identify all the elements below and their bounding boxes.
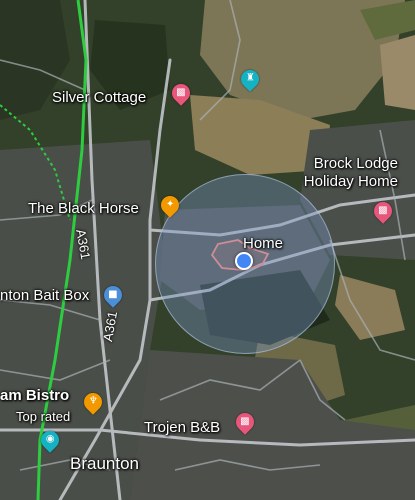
- top-rated-badge: Top rated: [16, 409, 71, 424]
- place-label-the-black-horse[interactable]: The Black Horse: [28, 200, 139, 218]
- place-label-bistro[interactable]: am Bistro: [0, 387, 69, 405]
- place-label-silver-cottage[interactable]: Silver Cottage: [52, 89, 146, 107]
- place-label-bait-box[interactable]: nton Bait Box: [0, 287, 89, 305]
- place-label-home[interactable]: Home: [243, 235, 283, 253]
- current-location-dot: [235, 252, 253, 270]
- map-view[interactable]: Silver Cottage ▩ ♜ The Black Horse ✦ Bro…: [0, 0, 415, 500]
- place-label-brock-lodge-holiday-home[interactable]: Brock Lodge Holiday Home: [270, 155, 398, 191]
- place-label-trojen-bnb[interactable]: Trojen B&B: [144, 419, 220, 437]
- town-label-braunton[interactable]: Braunton: [70, 455, 139, 473]
